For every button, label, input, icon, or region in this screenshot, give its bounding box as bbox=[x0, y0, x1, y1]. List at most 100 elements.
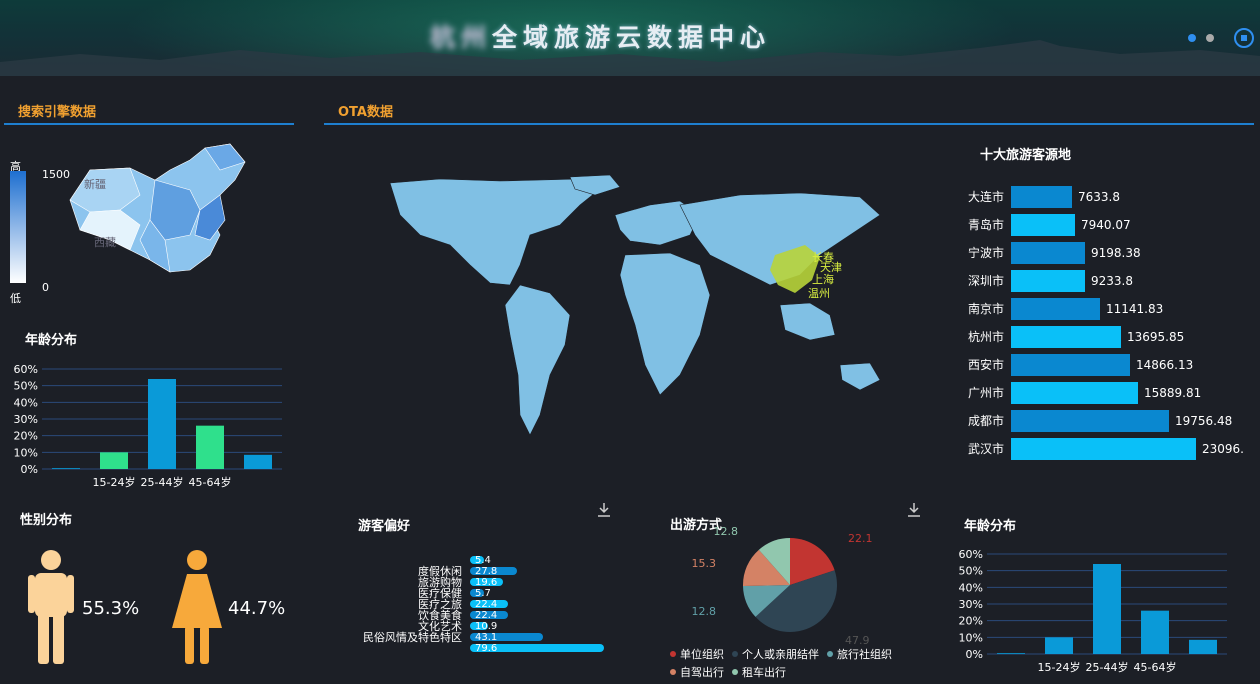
legend-item[interactable]: 单位组织 bbox=[670, 646, 724, 662]
city-name: 成都市 bbox=[967, 414, 1004, 428]
map-label-tibet: 西藏 bbox=[94, 236, 116, 249]
preference-value: 5.7 bbox=[475, 588, 491, 599]
stop-icon[interactable] bbox=[1234, 28, 1254, 48]
city-bar[interactable] bbox=[1011, 326, 1121, 348]
gender-title: 性别分布 bbox=[20, 513, 73, 528]
city-name: 武汉市 bbox=[967, 442, 1004, 456]
pie-label: 22.1 bbox=[848, 532, 873, 545]
divider bbox=[324, 123, 1254, 125]
x-tick-label: 15-24岁 bbox=[93, 475, 136, 489]
age-chart-right[interactable]: 60% 50% 40% 30% 20% 10% 0% 15-24岁 25-44岁 45-64岁 bbox=[945, 545, 1245, 680]
city-value: 7633.8 bbox=[1078, 190, 1120, 204]
legend-item[interactable]: 租车出行 bbox=[732, 664, 786, 680]
pie-label: 15.3 bbox=[692, 557, 717, 570]
download-icon[interactable] bbox=[596, 502, 612, 518]
page-dot[interactable] bbox=[1206, 34, 1214, 42]
city-bar[interactable] bbox=[1011, 214, 1075, 236]
preference-row[interactable]: 民俗风情及特色特区 43.1 bbox=[352, 631, 612, 644]
legend-label: 单位组织 bbox=[680, 648, 724, 661]
preference-label: 医疗保健 bbox=[418, 587, 462, 600]
legend-swatch bbox=[732, 669, 738, 675]
legend-low-label: 低 bbox=[10, 292, 21, 305]
preference-value: 22.4 bbox=[475, 599, 498, 610]
y-tick-label: 50% bbox=[14, 380, 38, 393]
legend-swatch bbox=[827, 651, 833, 657]
city-bar[interactable] bbox=[1011, 186, 1072, 208]
china-map[interactable]: 新疆 西藏 bbox=[60, 140, 260, 290]
city-value: 7940.07 bbox=[1081, 218, 1131, 232]
preference-value: 27.8 bbox=[475, 566, 498, 577]
x-tick-label: 25-44岁 bbox=[1086, 660, 1129, 674]
preference-row[interactable]: 医疗之旅 22.4 bbox=[352, 598, 612, 611]
x-tick-label: 45-64岁 bbox=[1134, 660, 1177, 674]
preference-label: 民俗风情及特色特区 bbox=[363, 631, 462, 644]
age-bar bbox=[1189, 639, 1217, 654]
y-tick-label: 30% bbox=[14, 413, 38, 426]
page-dot-active[interactable] bbox=[1188, 34, 1196, 42]
download-icon[interactable] bbox=[906, 502, 922, 518]
preference-row[interactable]: 文化艺术 10.9 bbox=[352, 621, 612, 632]
city-name: 南京市 bbox=[967, 302, 1004, 316]
city-label-wenzhou: 温州 bbox=[808, 287, 830, 300]
preference-row[interactable]: 度假休闲 27.8 bbox=[352, 565, 612, 578]
age-bar bbox=[52, 468, 80, 469]
preference-value: 79.6 bbox=[475, 643, 498, 654]
preference-value: 5.4 bbox=[475, 555, 491, 566]
city-bar[interactable] bbox=[1011, 270, 1085, 292]
legend-swatch bbox=[670, 669, 676, 675]
city-bar[interactable] bbox=[1011, 438, 1196, 460]
pie-label: 12.8 bbox=[714, 525, 739, 538]
preference-row[interactable]: 5.4 bbox=[352, 555, 612, 566]
x-tick-label: 15-24岁 bbox=[1038, 660, 1081, 674]
y-tick-label: 0% bbox=[966, 648, 983, 661]
city-value: 15889.81 bbox=[1144, 386, 1202, 400]
world-map[interactable]: 长春 天津 上海 温州 bbox=[380, 175, 890, 445]
city-bar[interactable] bbox=[1011, 298, 1100, 320]
legend-item[interactable]: 个人或亲朋结伴 bbox=[732, 646, 819, 662]
city-value: 23096. bbox=[1202, 442, 1244, 456]
preference-label: 度假休闲 bbox=[418, 565, 462, 578]
x-tick-label: 25-44岁 bbox=[141, 475, 184, 489]
city-label-shanghai: 上海 bbox=[812, 272, 834, 286]
female-icon bbox=[172, 550, 222, 664]
city-value: 11141.83 bbox=[1106, 302, 1164, 316]
age-bar bbox=[244, 454, 272, 469]
preference-label: 旅游购物 bbox=[418, 576, 462, 589]
legend-label: 个人或亲朋结伴 bbox=[742, 648, 819, 661]
male-icon bbox=[28, 550, 74, 664]
visual-map-gradient[interactable] bbox=[10, 171, 26, 283]
x-tick-label: 45-64岁 bbox=[189, 475, 232, 489]
preference-row[interactable]: 旅游购物 19.6 bbox=[352, 576, 612, 589]
city-value: 13695.85 bbox=[1127, 330, 1185, 344]
legend-label: 租车出行 bbox=[742, 666, 786, 679]
preference-row[interactable]: 饮食美食 22.4 bbox=[352, 610, 612, 621]
female-percent: 44.7% bbox=[228, 598, 286, 619]
travel-mode-pie[interactable]: 22.147.912.815.312.8 bbox=[680, 520, 880, 650]
y-tick-label: 40% bbox=[959, 581, 983, 594]
age-title-left: 年龄分布 bbox=[25, 333, 78, 348]
age-bar bbox=[148, 379, 176, 469]
city-bar[interactable] bbox=[1011, 354, 1130, 376]
legend-min: 0 bbox=[42, 281, 49, 294]
preference-row[interactable]: 医疗保健 5.7 bbox=[352, 587, 612, 600]
age-chart-left[interactable]: 60% 50% 40% 30% 20% 10% 0% 15-24岁 25-44岁 45-64岁 bbox=[0, 360, 295, 495]
city-bar[interactable] bbox=[1011, 242, 1085, 264]
search-section-title: 搜索引擎数据 bbox=[18, 105, 97, 120]
city-value: 19756.48 bbox=[1175, 414, 1233, 428]
y-tick-label: 20% bbox=[14, 430, 38, 443]
city-bar[interactable] bbox=[1011, 410, 1169, 432]
preference-label: 医疗之旅 bbox=[418, 598, 462, 611]
city-bar[interactable] bbox=[1011, 382, 1138, 404]
y-tick-label: 10% bbox=[14, 446, 38, 459]
age-bar bbox=[1045, 637, 1073, 654]
city-name: 西安市 bbox=[967, 358, 1004, 372]
male-percent: 55.3% bbox=[82, 598, 140, 619]
legend-item[interactable]: 自驾出行 bbox=[670, 664, 724, 680]
y-tick-label: 0% bbox=[21, 463, 38, 476]
city-name: 深圳市 bbox=[967, 274, 1004, 288]
preference-value: 19.6 bbox=[475, 577, 498, 588]
legend-item[interactable]: 旅行社组织 bbox=[827, 646, 892, 662]
city-name: 大连市 bbox=[967, 190, 1004, 204]
preference-value: 10.9 bbox=[475, 621, 498, 632]
preference-row[interactable]: 79.6 bbox=[352, 643, 612, 654]
